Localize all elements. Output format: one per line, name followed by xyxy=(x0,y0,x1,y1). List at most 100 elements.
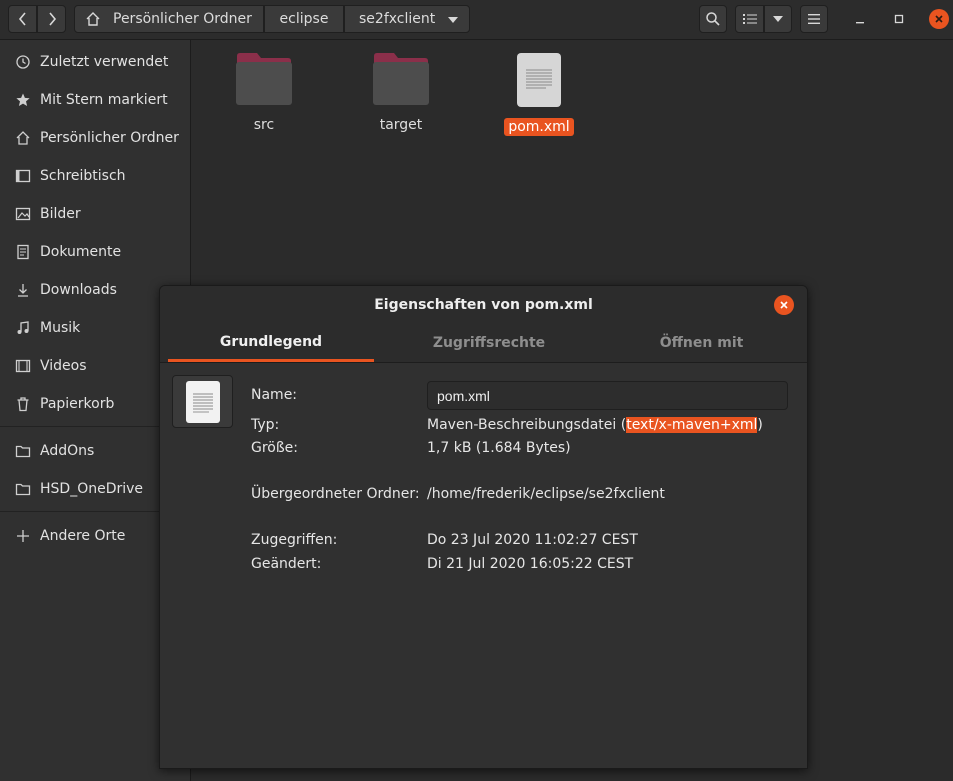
tab-grundlegend[interactable]: Grundlegend xyxy=(168,324,374,362)
sidebar-item-label: Mit Stern markiert xyxy=(40,92,168,108)
label-modified: Geändert: xyxy=(251,556,322,572)
file-item-pom-xml[interactable]: pom.xml xyxy=(494,52,584,136)
type-description: Maven-Beschreibungsdatei ( xyxy=(427,417,627,433)
breadcrumb-label: se2fxclient xyxy=(359,11,436,27)
name-field[interactable] xyxy=(427,381,788,410)
view-list-button[interactable] xyxy=(735,5,764,33)
back-button[interactable] xyxy=(8,5,37,33)
maximize-icon xyxy=(894,14,904,24)
sidebar-item-addons[interactable]: AddOns xyxy=(14,438,94,464)
value-type: Maven-Beschreibungsdatei (text/x-maven+x… xyxy=(427,417,763,433)
sidebar-item-label: Papierkorb xyxy=(40,396,115,412)
sidebar-item-label: Videos xyxy=(40,358,87,374)
file-name: pom.xml xyxy=(504,118,574,136)
type-suffix: ) xyxy=(757,417,763,433)
folder-icon xyxy=(14,480,32,498)
sidebar-item-other-locations[interactable]: Andere Orte xyxy=(14,523,125,549)
value-parent-folder: /home/frederik/eclipse/se2fxclient xyxy=(427,486,665,502)
image-icon xyxy=(14,205,32,223)
dialog-title: Eigenschaften von pom.xml xyxy=(160,286,807,324)
close-icon xyxy=(935,15,943,23)
folder-icon xyxy=(373,53,429,105)
dialog-close-button[interactable] xyxy=(774,295,794,315)
text-file-icon xyxy=(185,380,220,423)
search-icon xyxy=(706,12,720,26)
chevron-right-icon xyxy=(48,12,56,26)
sidebar-item-label: Schreibtisch xyxy=(40,168,126,184)
sidebar-item-recent[interactable]: Zuletzt verwendet xyxy=(14,49,168,75)
folder-icon xyxy=(14,442,32,460)
tab-oeffnen-mit[interactable]: Öffnen mit xyxy=(596,324,807,362)
download-icon xyxy=(14,281,32,299)
minimize-button[interactable] xyxy=(850,9,870,29)
properties-dialog: Eigenschaften von pom.xml Grundlegend Zu… xyxy=(159,285,808,769)
clock-icon xyxy=(14,53,32,71)
value-size: 1,7 kB (1.684 Bytes) xyxy=(427,440,571,456)
header-bar: Persönlicher Ordner eclipse se2fxclient xyxy=(0,0,953,40)
close-icon xyxy=(780,301,788,309)
view-options-button[interactable] xyxy=(764,5,792,33)
breadcrumb-label: Persönlicher Ordner xyxy=(113,11,252,27)
mime-type: text/x-maven+xml xyxy=(626,417,758,433)
sidebar-item-hsd-onedrive[interactable]: HSD_OneDrive xyxy=(14,476,143,502)
sidebar-item-videos[interactable]: Videos xyxy=(14,353,87,379)
home-icon xyxy=(14,129,32,147)
sidebar-item-label: Persönlicher Ordner xyxy=(40,130,179,146)
menu-button[interactable] xyxy=(800,5,828,33)
hamburger-menu-icon xyxy=(808,14,820,24)
tab-zugriffsrechte[interactable]: Zugriffsrechte xyxy=(382,324,596,362)
list-view-icon xyxy=(742,14,757,24)
sidebar-item-documents[interactable]: Dokumente xyxy=(14,239,121,265)
home-icon xyxy=(86,12,100,26)
sidebar-item-label: Musik xyxy=(40,320,81,336)
music-icon xyxy=(14,319,32,337)
breadcrumb-label: eclipse xyxy=(279,11,329,27)
breadcrumb-eclipse[interactable]: eclipse xyxy=(264,5,344,33)
file-item-src[interactable]: src xyxy=(219,52,309,134)
sidebar-item-label: Zuletzt verwendet xyxy=(40,54,169,70)
plus-icon xyxy=(14,527,32,545)
sidebar-item-desktop[interactable]: Schreibtisch xyxy=(14,163,126,189)
sidebar-item-label: Dokumente xyxy=(40,244,122,260)
chevron-down-icon xyxy=(448,17,458,23)
breadcrumb-current[interactable]: se2fxclient xyxy=(344,5,470,33)
video-icon xyxy=(14,357,32,375)
label-parent-folder: Übergeordneter Ordner: xyxy=(251,486,420,502)
sidebar-item-label: AddOns xyxy=(40,443,95,459)
chevron-down-icon xyxy=(773,16,783,22)
forward-button[interactable] xyxy=(37,5,66,33)
file-icon-button[interactable] xyxy=(172,375,233,428)
folder-icon xyxy=(236,53,292,105)
sidebar-item-label: Bilder xyxy=(40,206,81,222)
close-button[interactable] xyxy=(929,9,949,29)
sidebar-item-music[interactable]: Musik xyxy=(14,315,80,341)
label-type: Typ: xyxy=(251,417,280,433)
chevron-left-icon xyxy=(18,12,26,26)
label-size: Größe: xyxy=(251,440,299,456)
sidebar-item-pictures[interactable]: Bilder xyxy=(14,201,81,227)
value-modified: Di 21 Jul 2020 16:05:22 CEST xyxy=(427,556,634,572)
file-name: target xyxy=(379,117,423,133)
file-item-target[interactable]: target xyxy=(356,52,446,134)
sidebar-item-starred[interactable]: Mit Stern markiert xyxy=(14,87,168,113)
label-name: Name: xyxy=(251,387,298,403)
text-file-icon xyxy=(517,53,561,107)
sidebar-item-label: Andere Orte xyxy=(40,528,126,544)
sidebar-item-home[interactable]: Persönlicher Ordner xyxy=(14,125,179,151)
sidebar-item-label: HSD_OneDrive xyxy=(40,481,144,497)
label-accessed: Zugegriffen: xyxy=(251,532,338,548)
file-name: src xyxy=(253,117,275,133)
trash-icon xyxy=(14,395,32,413)
minimize-icon xyxy=(856,22,864,24)
dialog-tabs: Grundlegend Zugriffsrechte Öffnen mit xyxy=(160,324,807,363)
sidebar-item-trash[interactable]: Papierkorb xyxy=(14,391,114,417)
sidebar-item-label: Downloads xyxy=(40,282,117,298)
search-button[interactable] xyxy=(699,5,727,33)
desktop-icon xyxy=(14,167,32,185)
value-accessed: Do 23 Jul 2020 11:02:27 CEST xyxy=(427,532,638,548)
sidebar-item-downloads[interactable]: Downloads xyxy=(14,277,117,303)
document-icon xyxy=(14,243,32,261)
star-icon xyxy=(14,91,32,109)
breadcrumb-home[interactable]: Persönlicher Ordner xyxy=(74,5,264,33)
maximize-button[interactable] xyxy=(889,9,909,29)
